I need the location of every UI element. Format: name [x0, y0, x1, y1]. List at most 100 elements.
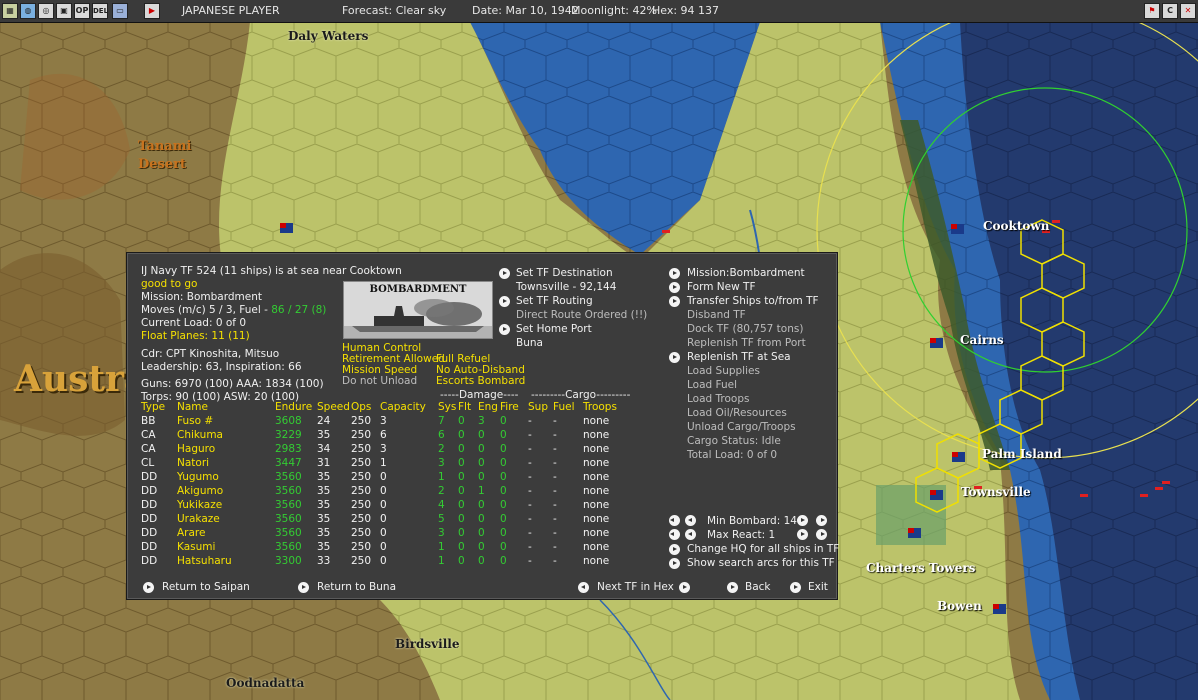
min-bombard-decrease-icon[interactable]: [685, 515, 696, 526]
column-header[interactable]: Speed: [317, 400, 351, 414]
table-row[interactable]: DD Akigumo 3560 35 250 0 2 0 1 0 - - none: [141, 484, 633, 498]
op-icon[interactable]: OP: [74, 3, 90, 19]
table-row[interactable]: DD Yukikaze 3560 35 250 0 4 0 0 0 - - none: [141, 498, 633, 512]
table-cell: 0: [500, 541, 507, 553]
replenish-port-button[interactable]: Replenish TF from Port: [687, 337, 806, 350]
ship-name-link[interactable]: Urakaze: [177, 512, 275, 526]
load-supplies-button[interactable]: Load Supplies: [687, 365, 760, 378]
return-buna-arrow-icon[interactable]: [298, 582, 309, 593]
load-fuel-button[interactable]: Load Fuel: [687, 379, 737, 392]
globe-icon[interactable]: ◍: [20, 3, 36, 19]
max-react-min-icon[interactable]: [669, 529, 680, 540]
min-bombard-min-icon[interactable]: [669, 515, 680, 526]
set-routing-arrow-icon[interactable]: [499, 296, 510, 307]
map-icon[interactable]: ▦: [2, 3, 18, 19]
disband-tf-button[interactable]: Disband TF: [687, 309, 746, 322]
transfer-ships-button[interactable]: Transfer Ships to/from TF: [687, 295, 819, 308]
max-react-max-icon[interactable]: [816, 529, 827, 540]
next-tf-in-hex-button[interactable]: Next TF in Hex: [597, 581, 674, 594]
return-to-buna-button[interactable]: Return to Buna: [317, 581, 396, 594]
min-bombard-increase-icon[interactable]: [797, 515, 808, 526]
tf-float-planes[interactable]: Float Planes: 11 (11): [141, 330, 250, 343]
ship-name-link[interactable]: Kasumi: [177, 540, 275, 554]
mission-button[interactable]: Mission:Bombardment: [687, 267, 805, 280]
ship-name-link[interactable]: Yukikaze: [177, 498, 275, 512]
column-header[interactable]: Fuel: [553, 400, 583, 414]
column-header[interactable]: Endure: [275, 400, 317, 414]
table-row[interactable]: BB Fuso #3608 24 250 3 7 0 3 0 - - none: [141, 414, 633, 428]
prev-tf-arrow-icon[interactable]: [578, 582, 589, 593]
ship-name-link[interactable]: Fuso #: [177, 414, 275, 428]
grid-icon[interactable]: ▣: [56, 3, 72, 19]
back-arrow-icon[interactable]: [727, 582, 738, 593]
exit-arrow-icon[interactable]: [790, 582, 801, 593]
set-home-port-button[interactable]: Set Home Port: [516, 323, 592, 336]
table-row[interactable]: DD Hatsuharu 3300 33 250 0 1 0 0 0 - - none: [141, 554, 633, 568]
column-header[interactable]: Ops: [351, 400, 380, 414]
flag-icon[interactable]: ⚑: [1144, 3, 1160, 19]
ship-name-link[interactable]: Haguro: [177, 442, 275, 456]
exit-button[interactable]: Exit: [808, 581, 828, 594]
show-search-arcs-button[interactable]: Show search arcs for this TF: [687, 557, 835, 570]
max-react-decrease-icon[interactable]: [685, 529, 696, 540]
replenish-sea-arrow-icon[interactable]: [669, 352, 680, 363]
column-header[interactable]: Sup: [528, 400, 553, 414]
column-header[interactable]: Name: [177, 400, 275, 414]
del-icon[interactable]: DEL: [92, 3, 108, 19]
table-row[interactable]: DD Kasumi 3560 35 250 0 1 0 0 0 - - none: [141, 540, 633, 554]
load-troops-button[interactable]: Load Troops: [687, 393, 749, 406]
table-cell: 0: [500, 499, 507, 511]
change-hq-arrow-icon[interactable]: [669, 544, 680, 555]
column-header[interactable]: Type: [141, 400, 177, 414]
form-new-tf-button[interactable]: Form New TF: [687, 281, 755, 294]
column-header[interactable]: Eng: [478, 400, 500, 414]
return-to-saipan-button[interactable]: Return to Saipan: [162, 581, 250, 594]
transfer-arrow-icon[interactable]: [669, 296, 680, 307]
column-header[interactable]: Capacity: [380, 400, 438, 414]
table-cell: -: [553, 541, 557, 553]
form-new-arrow-icon[interactable]: [669, 282, 680, 293]
column-header[interactable]: Fire: [500, 400, 528, 414]
load-oil-button[interactable]: Load Oil/Resources: [687, 407, 787, 420]
table-row[interactable]: DD Urakaze 3560 35 250 0 5 0 0 0 - - none: [141, 512, 633, 526]
change-hq-button[interactable]: Change HQ for all ships in TF: [687, 543, 839, 556]
next-tf-arrow-icon[interactable]: [679, 582, 690, 593]
ship-name-link[interactable]: Yugumo: [177, 470, 275, 484]
set-tf-destination-button[interactable]: Set TF Destination: [516, 267, 613, 280]
ship-name-link[interactable]: Chikuma: [177, 428, 275, 442]
target-icon[interactable]: ◎: [38, 3, 54, 19]
set-destination-arrow-icon[interactable]: [499, 268, 510, 279]
table-row[interactable]: CA Chikuma 3229 35 250 6 6 0 0 0 - - none: [141, 428, 633, 442]
min-bombard-max-icon[interactable]: [816, 515, 827, 526]
monitor-icon[interactable]: ▭: [112, 3, 128, 19]
set-tf-routing-button[interactable]: Set TF Routing: [516, 295, 593, 308]
table-row[interactable]: DD Yugumo 3560 35 250 0 1 0 0 0 - - none: [141, 470, 633, 484]
c-icon[interactable]: C: [1162, 3, 1178, 19]
dock-tf-button[interactable]: Dock TF (80,757 tons): [687, 323, 803, 336]
tf-commander[interactable]: Cdr: CPT Kinoshita, Mitsuo: [141, 348, 279, 361]
unload-cargo-button[interactable]: Unload Cargo/Troops: [687, 421, 796, 434]
column-header[interactable]: Sys: [438, 400, 458, 414]
table-row[interactable]: DD Arare 3560 35 250 0 3 0 0 0 - - none: [141, 526, 633, 540]
ship-name-link[interactable]: Hatsuharu: [177, 554, 275, 568]
flag-escorts-bombard[interactable]: Escorts Bombard: [436, 375, 525, 388]
set-home-arrow-icon[interactable]: [499, 324, 510, 335]
table-row[interactable]: CL Natori 3447 31 250 1 3 0 0 0 - - none: [141, 456, 633, 470]
ship-name-link[interactable]: Akigumo: [177, 484, 275, 498]
show-arcs-arrow-icon[interactable]: [669, 558, 680, 569]
ship-name-link[interactable]: Natori: [177, 456, 275, 470]
map-label-palm-island: Palm Island: [982, 447, 1062, 461]
table-cell: 0: [458, 513, 465, 525]
ship-name-link[interactable]: Arare: [177, 526, 275, 540]
mission-arrow-icon[interactable]: [669, 268, 680, 279]
max-react-increase-icon[interactable]: [797, 529, 808, 540]
column-header[interactable]: Flt: [458, 400, 478, 414]
return-saipan-arrow-icon[interactable]: [143, 582, 154, 593]
play-icon[interactable]: ▶: [144, 3, 160, 19]
flag-do-not-unload[interactable]: Do not Unload: [342, 375, 417, 388]
column-header[interactable]: Troops: [583, 400, 633, 414]
table-row[interactable]: CA Haguro 2983 34 250 3 2 0 0 0 - - none: [141, 442, 633, 456]
close-icon[interactable]: ✕: [1180, 3, 1196, 19]
back-button[interactable]: Back: [745, 581, 771, 594]
replenish-sea-button[interactable]: Replenish TF at Sea: [687, 351, 791, 364]
